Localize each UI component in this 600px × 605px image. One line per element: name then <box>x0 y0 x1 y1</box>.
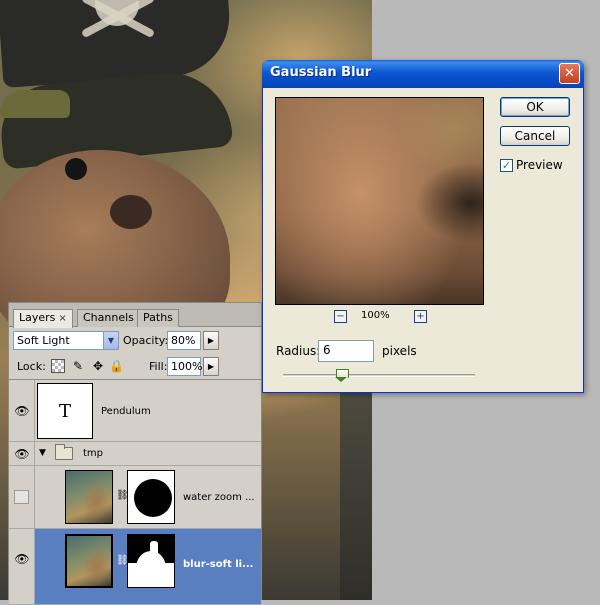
opacity-label: Opacity: <box>123 334 169 347</box>
ok-button[interactable]: OK <box>500 97 570 117</box>
unit-label: pixels <box>382 344 417 358</box>
radius-label: Radius: <box>276 344 321 358</box>
lock-position-icon[interactable]: ✥ <box>91 359 105 373</box>
zoom-in-button[interactable]: + <box>414 310 427 323</box>
visibility-cell[interactable]: 👁 <box>9 442 35 465</box>
tab-layers[interactable]: Layers × <box>13 309 73 328</box>
eye-icon[interactable]: 👁 <box>14 405 30 417</box>
layer-row-blur-soft-light[interactable]: 👁 ⛓ blur-soft li... <box>9 529 261 605</box>
tab-paths[interactable]: Paths <box>137 309 179 327</box>
hidden-visibility-box[interactable] <box>14 490 29 504</box>
dialog-title: Gaussian Blur <box>270 65 372 80</box>
tab-label: Paths <box>143 311 173 324</box>
blur-preview-pane[interactable] <box>275 97 484 305</box>
fill-slider-button[interactable]: ▶ <box>203 357 219 376</box>
tab-label: Channels <box>83 311 134 324</box>
mask-shape <box>134 479 172 517</box>
preview-checkbox[interactable]: ✓ <box>500 159 513 172</box>
visibility-cell[interactable] <box>9 466 35 528</box>
lock-label: Lock: <box>17 360 46 373</box>
opacity-slider-button[interactable]: ▶ <box>203 331 219 350</box>
layer-row-pendulum[interactable]: 👁 T Pendulum <box>9 380 261 442</box>
zoom-out-button[interactable]: − <box>334 310 347 323</box>
lock-pixels-icon[interactable]: ✎ <box>71 359 85 373</box>
lock-transparency-icon[interactable] <box>51 359 65 373</box>
mask-shape <box>150 541 158 557</box>
visibility-cell[interactable]: 👁 <box>9 380 35 441</box>
layer-name[interactable]: water zoom ... <box>183 492 255 503</box>
lock-all-icon[interactable]: 🔒 <box>109 359 124 373</box>
radius-slider-thumb[interactable] <box>335 369 349 382</box>
layer-mask-thumbnail[interactable] <box>127 534 175 588</box>
visibility-cell[interactable]: 👁 <box>9 529 35 604</box>
cancel-button[interactable]: Cancel <box>500 126 570 146</box>
chain-link-icon[interactable]: ⛓ <box>116 555 129 566</box>
layer-name[interactable]: Pendulum <box>101 406 151 417</box>
blend-mode-value: Soft Light <box>17 334 70 347</box>
layer-mask-thumbnail[interactable] <box>127 470 175 524</box>
radius-input[interactable]: 6 <box>318 340 374 362</box>
radius-slider-track[interactable] <box>283 374 475 377</box>
preview-label[interactable]: Preview <box>516 158 563 172</box>
hat-band <box>0 90 70 118</box>
layer-image-thumbnail <box>65 470 113 524</box>
tab-channels[interactable]: Channels <box>77 309 140 327</box>
chevron-down-icon[interactable]: ▼ <box>103 332 118 349</box>
layer-name[interactable]: blur-soft li... <box>183 559 253 570</box>
text-layer-thumbnail: T <box>37 383 93 439</box>
blend-mode-select[interactable]: Soft Light ▼ <box>13 331 119 350</box>
layer-name[interactable]: tmp <box>83 448 103 459</box>
blend-row: Soft Light ▼ Opacity: 80% ▶ <box>13 331 257 351</box>
eye-icon[interactable]: 👁 <box>14 553 30 565</box>
hamster-eye <box>65 158 87 180</box>
tab-label: Layers <box>19 311 56 324</box>
layers-panel: Layers × Channels Paths Soft Light ▼ Opac… <box>8 302 262 605</box>
eye-icon[interactable]: 👁 <box>14 448 30 460</box>
opacity-input[interactable]: 80% <box>167 331 201 350</box>
gaussian-blur-dialog: Gaussian Blur ✕ − 100% + OK Cancel ✓ Pre… <box>262 60 584 393</box>
fill-input[interactable]: 100% <box>167 357 202 376</box>
fill-label: Fill: <box>149 360 168 373</box>
folder-icon <box>55 444 73 460</box>
hamster-nose <box>110 195 152 229</box>
layer-image-thumbnail <box>65 534 113 588</box>
panel-tabbar: Layers × Channels Paths <box>9 303 261 328</box>
layer-row-tmp-group[interactable]: 👁 ▼ tmp <box>9 442 261 466</box>
dialog-titlebar[interactable]: Gaussian Blur ✕ <box>262 60 584 88</box>
chain-link-icon[interactable]: ⛓ <box>116 490 129 501</box>
close-icon[interactable]: × <box>58 313 66 324</box>
zoom-level: 100% <box>361 310 390 321</box>
close-icon[interactable]: ✕ <box>559 63 580 84</box>
layer-row-water-zoom[interactable]: ⛓ water zoom ... <box>9 466 261 529</box>
layer-list: 👁 T Pendulum 👁 ▼ tmp ⛓ water zoom ... 👁 … <box>9 379 261 605</box>
lock-row: Lock: ✎ ✥ 🔒 Fill: 100% ▶ <box>13 357 257 377</box>
expand-arrow-icon[interactable]: ▼ <box>39 448 46 458</box>
